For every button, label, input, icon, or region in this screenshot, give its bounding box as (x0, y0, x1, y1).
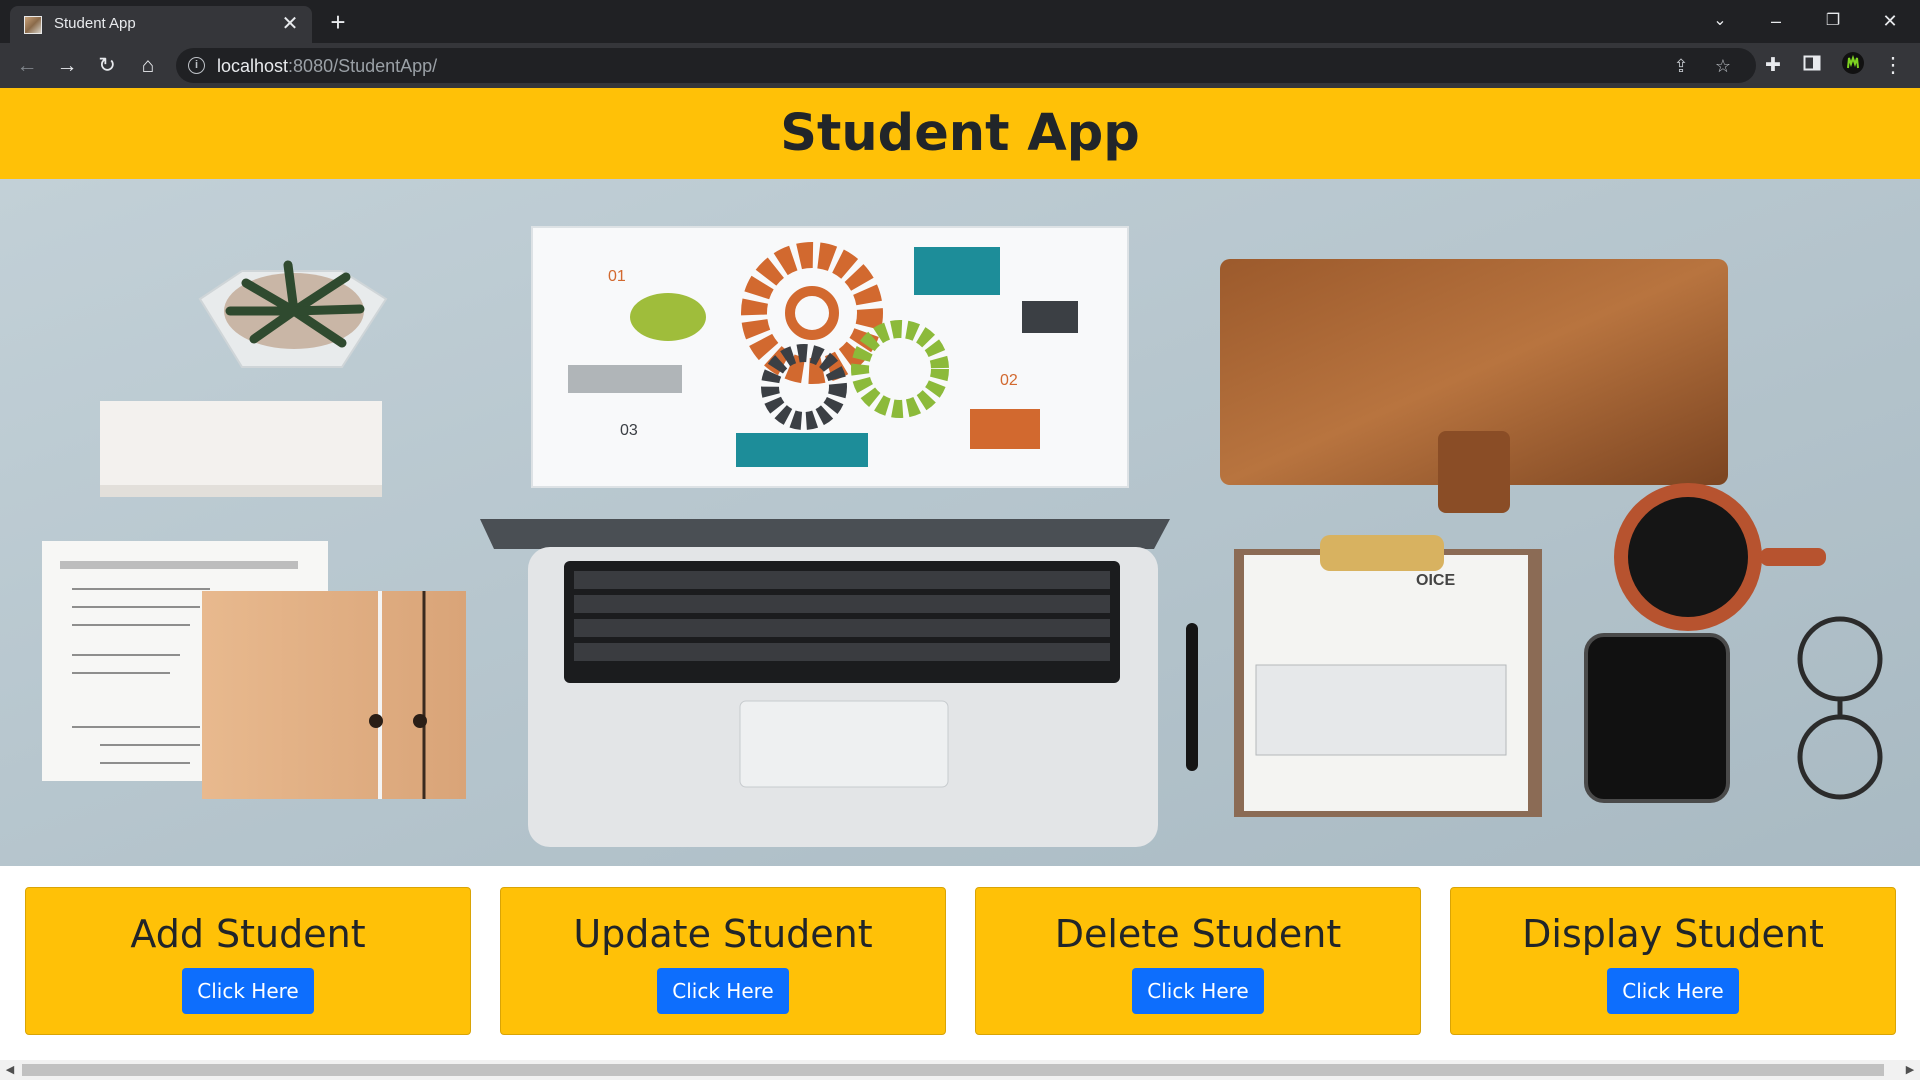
browser-toolbar: ← → ↻ ⌂ i localhost:8080/StudentApp/ ⇪ ☆… (0, 43, 1920, 88)
update-student-card: Update Student Click Here (500, 887, 946, 1035)
close-window-icon[interactable]: ✕ (1870, 4, 1910, 38)
app-header: Student App (0, 88, 1920, 179)
add-student-card: Add Student Click Here (25, 887, 471, 1035)
url-text[interactable]: localhost:8080/StudentApp/ (217, 56, 437, 77)
scroll-right-icon[interactable]: ▶ (1902, 1062, 1918, 1078)
browser-tab-strip: Student App ✕ + ⌄ – ❐ ✕ (0, 0, 1920, 43)
horizontal-scrollbar[interactable]: ◀ ▶ (0, 1060, 1920, 1080)
delete-student-card: Delete Student Click Here (975, 887, 1421, 1035)
reload-icon[interactable]: ↻ (92, 51, 122, 81)
forward-icon[interactable]: → (52, 51, 82, 81)
extensions-icon[interactable]: ✚ (1758, 51, 1788, 81)
svg-text:03: 03 (620, 422, 638, 439)
display-student-card: Display Student Click Here (1450, 887, 1896, 1035)
minimize-icon[interactable]: – (1756, 4, 1796, 38)
scroll-left-icon[interactable]: ◀ (2, 1062, 18, 1078)
update-student-button[interactable]: Click Here (657, 968, 789, 1014)
home-icon[interactable]: ⌂ (133, 51, 163, 81)
share-icon[interactable]: ⇪ (1668, 53, 1694, 79)
tab-search-icon[interactable]: ⌄ (1700, 4, 1740, 38)
delete-student-button[interactable]: Click Here (1132, 968, 1264, 1014)
action-cards: Add Student Click Here Update Student Cl… (0, 887, 1920, 1037)
scrollbar-thumb[interactable] (22, 1064, 1884, 1076)
page-title: Student App (780, 104, 1140, 163)
side-panel-icon[interactable] (1797, 51, 1827, 81)
address-bar[interactable]: i localhost:8080/StudentApp/ ⇪ ☆ (176, 48, 1756, 83)
svg-text:02: 02 (1000, 372, 1018, 389)
page-content: Student App 01 02 03 OICE Add Student Cl… (0, 88, 1920, 1080)
back-icon[interactable]: ← (12, 51, 42, 81)
svg-text:01: 01 (608, 268, 626, 285)
bookmark-star-icon[interactable]: ☆ (1710, 53, 1736, 79)
profile-avatar[interactable] (1838, 51, 1868, 81)
card-title: Update Student (573, 912, 873, 956)
card-title: Display Student (1522, 912, 1824, 956)
new-tab-icon[interactable]: + (324, 8, 352, 36)
card-title: Add Student (130, 912, 366, 956)
card-title: Delete Student (1054, 912, 1342, 956)
tab-title: Student App (54, 15, 136, 32)
favicon-icon (24, 16, 42, 34)
hero-image: 01 02 03 OICE (0, 179, 1920, 866)
site-info-icon[interactable]: i (188, 57, 205, 74)
display-student-button[interactable]: Click Here (1607, 968, 1739, 1014)
add-student-button[interactable]: Click Here (182, 968, 314, 1014)
svg-text:OICE: OICE (1416, 572, 1455, 589)
browser-tab[interactable]: Student App ✕ (10, 6, 312, 43)
restore-icon[interactable]: ❐ (1813, 4, 1853, 38)
close-tab-icon[interactable]: ✕ (278, 12, 302, 36)
browser-menu-icon[interactable]: ⋮ (1878, 51, 1908, 81)
